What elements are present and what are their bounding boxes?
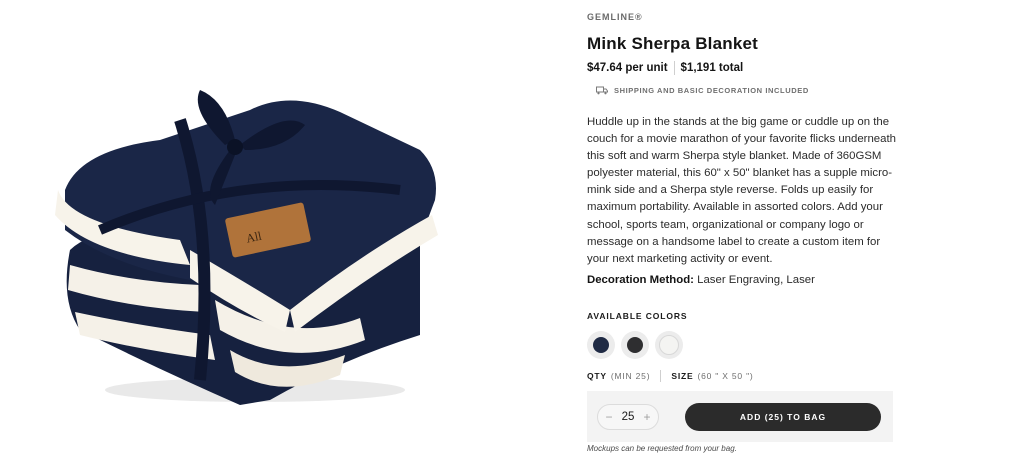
color-swatch-cream[interactable] bbox=[655, 330, 683, 359]
shipping-note-text: SHIPPING AND BASIC DECORATION INCLUDED bbox=[614, 85, 809, 95]
color-swatches bbox=[587, 330, 897, 359]
brand-name[interactable]: GEMLINE® bbox=[587, 12, 897, 24]
product-description: Huddle up in the stands at the big game … bbox=[587, 116, 896, 265]
color-swatch-navy[interactable] bbox=[587, 330, 615, 359]
meta-divider bbox=[660, 369, 662, 382]
decoration-label: Decoration Method: bbox=[587, 273, 694, 286]
size-label: SIZE bbox=[671, 370, 694, 381]
qty-label: QTY bbox=[587, 370, 607, 381]
mockup-note: Mockups can be requested from your bag. bbox=[587, 444, 737, 453]
swatch-dot-charcoal bbox=[627, 336, 643, 353]
qty-size-row: QTY (MIN 25) SIZE (60 " X 50 ") bbox=[587, 369, 897, 383]
quantity-value[interactable]: 25 bbox=[622, 411, 635, 423]
shipping-note: SHIPPING AND BASIC DECORATION INCLUDED bbox=[596, 84, 897, 96]
increment-button[interactable]: + bbox=[642, 410, 652, 424]
price-row: $47.64 per unit $1,191 total bbox=[587, 60, 897, 76]
quantity-stepper: − 25 + bbox=[597, 404, 659, 430]
decrement-button[interactable]: − bbox=[604, 410, 614, 424]
add-to-bag-panel: − 25 + ADD (25) TO BAG bbox=[587, 391, 893, 442]
product-image: All bbox=[55, 90, 438, 405]
swatch-dot-cream bbox=[659, 334, 679, 355]
available-colors-label: AVAILABLE COLORS bbox=[587, 310, 688, 321]
color-swatch-charcoal[interactable] bbox=[621, 330, 649, 359]
truck-icon bbox=[596, 86, 608, 94]
total-price: $1,191 total bbox=[680, 62, 744, 74]
qty-min: (MIN 25) bbox=[610, 370, 651, 381]
product-title: Mink Sherpa Blanket bbox=[587, 34, 759, 53]
add-to-bag-button[interactable]: ADD (25) TO BAG bbox=[685, 403, 881, 431]
unit-price: $47.64 per unit bbox=[587, 62, 668, 74]
price-divider bbox=[673, 61, 675, 75]
decoration-value: Laser Engraving, Laser bbox=[697, 273, 815, 286]
product-info-panel: GEMLINE® Mink Sherpa Blanket $47.64 per … bbox=[587, 12, 897, 383]
swatch-dot-navy bbox=[593, 336, 609, 353]
decoration-method: Decoration Method: Laser Engraving, Lase… bbox=[587, 274, 897, 291]
product-image-area: All bbox=[0, 0, 520, 460]
size-value: (60 " X 50 ") bbox=[697, 370, 754, 381]
